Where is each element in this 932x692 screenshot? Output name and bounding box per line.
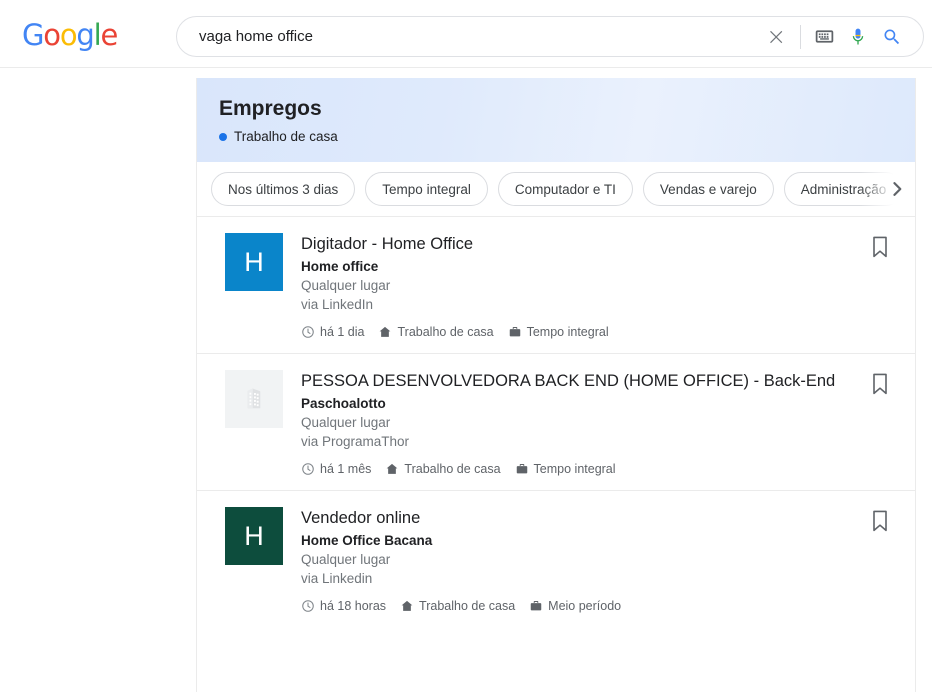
google-logo-letter-1: o xyxy=(43,21,60,50)
job-title: Vendedor online xyxy=(301,507,895,529)
filter-chip-label: Administração xyxy=(801,182,887,197)
filter-chip-label: Vendas e varejo xyxy=(660,182,757,197)
jobs-subtitle-row: Trabalho de casa xyxy=(219,128,915,145)
job-meta-item: Meio período xyxy=(529,599,621,613)
job-location: Qualquer lugar xyxy=(301,550,895,569)
search-input[interactable] xyxy=(177,17,760,56)
job-card-body: PESSOA DESENVOLVEDORA BACK END (HOME OFF… xyxy=(301,370,915,476)
filter-chip-label: Nos últimos 3 dias xyxy=(228,182,338,197)
google-logo[interactable]: Google xyxy=(22,21,117,50)
filter-chip-label: Computador e TI xyxy=(515,182,616,197)
job-result-card[interactable]: H Digitador - Home Office Home officeQualq… xyxy=(197,216,915,353)
microphone-icon[interactable] xyxy=(841,20,875,54)
job-meta-label: há 1 dia xyxy=(320,325,364,339)
clock-icon xyxy=(301,599,315,613)
briefcase-icon xyxy=(508,325,522,339)
job-meta-row: há 18 horas Trabalho de casa Meio período xyxy=(301,599,895,613)
job-results-list: HDigitador - Home OfficeHome officeQualq… xyxy=(197,216,915,627)
job-source: via Linkedin xyxy=(301,569,895,588)
company-building-icon xyxy=(225,370,283,428)
job-company: Home Office Bacana xyxy=(301,531,895,550)
job-meta-item: há 1 mês xyxy=(301,462,371,476)
search-actions xyxy=(760,17,923,56)
filter-chip-3[interactable]: Vendas e varejo xyxy=(643,172,774,206)
job-company: Paschoalotto xyxy=(301,394,895,413)
bookmark-icon[interactable] xyxy=(867,509,893,537)
jobs-panel: Empregos Trabalho de casa Nos últimos 3 … xyxy=(196,78,916,692)
jobs-header: Empregos Trabalho de casa xyxy=(197,78,915,162)
filter-chip-label: Tempo integral xyxy=(382,182,471,197)
home-icon xyxy=(385,462,399,476)
briefcase-icon xyxy=(515,462,529,476)
job-meta-label: Meio período xyxy=(548,599,621,613)
job-company: Home office xyxy=(301,257,895,276)
job-meta-label: Trabalho de casa xyxy=(419,599,515,613)
home-icon xyxy=(400,599,414,613)
job-meta-label: há 18 horas xyxy=(320,599,386,613)
google-logo-letter-3: g xyxy=(76,21,93,50)
job-meta-item: Trabalho de casa xyxy=(378,325,493,339)
job-meta-label: há 1 mês xyxy=(320,462,371,476)
job-title: PESSOA DESENVOLVEDORA BACK END (HOME OFF… xyxy=(301,370,895,392)
search-box[interactable] xyxy=(176,16,924,57)
job-source: via ProgramaThor xyxy=(301,432,895,451)
briefcase-icon xyxy=(529,599,543,613)
job-title: Digitador - Home Office xyxy=(301,233,895,255)
job-source: via LinkedIn xyxy=(301,295,895,314)
job-meta-item: Trabalho de casa xyxy=(385,462,500,476)
chevron-right-icon[interactable] xyxy=(883,175,911,203)
bookmark-icon[interactable] xyxy=(867,235,893,263)
clock-icon xyxy=(301,325,315,339)
home-icon xyxy=(378,325,392,339)
job-meta-item: Tempo integral xyxy=(515,462,616,476)
job-meta-label: Tempo integral xyxy=(534,462,616,476)
job-meta-label: Tempo integral xyxy=(527,325,609,339)
search-header: Google xyxy=(0,0,932,68)
search-divider xyxy=(800,25,801,49)
google-logo-letter-4: l xyxy=(94,21,101,50)
filter-chip-2[interactable]: Computador e TI xyxy=(498,172,633,206)
status-dot-icon xyxy=(219,133,227,141)
bookmark-icon[interactable] xyxy=(867,372,893,400)
job-meta-item: Trabalho de casa xyxy=(400,599,515,613)
company-logo-letter: H xyxy=(244,247,264,278)
job-result-card[interactable]: PESSOA DESENVOLVEDORA BACK END (HOME OFF… xyxy=(197,353,915,490)
page-title: Empregos xyxy=(219,96,915,122)
company-logo: H xyxy=(225,507,283,565)
job-meta-label: Trabalho de casa xyxy=(397,325,493,339)
job-card-body: Digitador - Home Office Home officeQualqu… xyxy=(301,233,915,339)
company-logo-letter: H xyxy=(244,521,264,552)
company-logo: H xyxy=(225,233,283,291)
job-meta-label: Trabalho de casa xyxy=(404,462,500,476)
job-meta-row: há 1 dia Trabalho de casa Tempo integral xyxy=(301,325,895,339)
filter-chips-row: Nos últimos 3 dias Tempo integral Computad… xyxy=(197,162,915,216)
google-logo-letter-5: e xyxy=(100,21,117,50)
job-location: Qualquer lugar xyxy=(301,276,895,295)
clear-icon[interactable] xyxy=(760,20,794,54)
job-result-card[interactable]: H Vendedor online Home Office BacanaQualqu… xyxy=(197,490,915,627)
filter-chip-1[interactable]: Tempo integral xyxy=(365,172,488,206)
job-card-body: Vendedor online Home Office BacanaQualque… xyxy=(301,507,915,613)
google-logo-letter-2: o xyxy=(60,21,77,50)
job-location: Qualquer lugar xyxy=(301,413,895,432)
search-icon[interactable] xyxy=(875,20,909,54)
google-logo-letter-0: G xyxy=(22,21,43,50)
clock-icon xyxy=(301,462,315,476)
job-meta-item: há 1 dia xyxy=(301,325,364,339)
job-meta-item: há 18 horas xyxy=(301,599,386,613)
job-meta-row: há 1 mês Trabalho de casa Tempo integral xyxy=(301,462,895,476)
jobs-subtitle: Trabalho de casa xyxy=(234,128,338,145)
keyboard-icon[interactable] xyxy=(807,20,841,54)
filter-chip-0[interactable]: Nos últimos 3 dias xyxy=(211,172,355,206)
job-meta-item: Tempo integral xyxy=(508,325,609,339)
